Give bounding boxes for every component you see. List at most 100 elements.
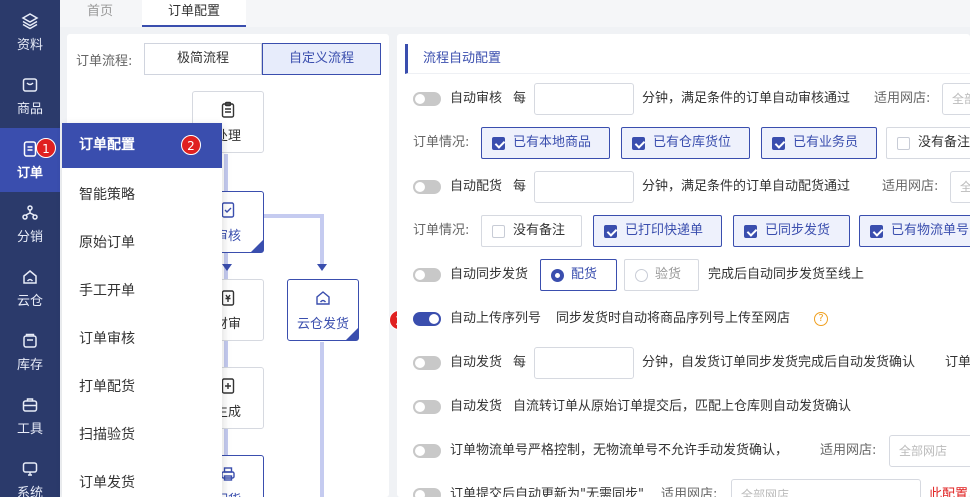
nav-label: 系统 <box>16 485 43 497</box>
checkbox-icon <box>492 225 505 238</box>
auto-update-shop-select[interactable]: 全部网店 <box>731 479 921 497</box>
menu-item-order-audit[interactable]: 订单审核 <box>62 315 222 363</box>
every-label: 每 <box>513 355 527 370</box>
config-panel: 流程自动配置 自动审核 每 分钟，满足条件的订单自动审核通过 适用网店: 全部 … <box>397 34 970 497</box>
tab-home[interactable]: 首页 <box>60 0 140 27</box>
toolbox-icon <box>22 397 38 412</box>
flow-label: 订单流程: <box>76 54 133 69</box>
radio-label: 验货 <box>655 267 682 282</box>
row-serial-upload: 自动上传序列号 同步发货时自动将商品序列号上传至网店 ? <box>397 303 970 335</box>
section-title: 流程自动配置 <box>405 44 970 74</box>
nav-item-tools[interactable]: 工具 <box>0 384 60 448</box>
nav-item-distribution[interactable]: 分销 <box>0 192 60 256</box>
checkbox-label: 已打印快递单 <box>625 223 704 238</box>
inventory-icon <box>23 333 37 348</box>
every-label: 每 <box>513 91 527 106</box>
nav-item-inventory[interactable]: 库存 <box>0 320 60 384</box>
audit-cond-salesman[interactable]: 已有业务员 <box>761 127 877 159</box>
menu-item-order-ship[interactable]: 订单发货 <box>62 459 222 497</box>
row-auto-distribute: 自动配货 每 分钟，满足条件的订单自动配货通过 适用网店: 全 <box>397 171 970 203</box>
auto-audit-shop-select[interactable]: 全部 <box>942 83 970 115</box>
monitor-icon <box>22 461 38 476</box>
auto-ship-minutes-input[interactable] <box>534 347 634 379</box>
tab-bar: 首页 订单配置 <box>60 0 970 27</box>
menu-item-smart-strategy[interactable]: 智能策略 <box>62 171 222 219</box>
selected-corner-icon <box>346 328 358 340</box>
flow-option-custom[interactable]: 自定义流程 <box>262 43 381 75</box>
auto-distribute-minutes-input[interactable] <box>534 171 634 203</box>
audit-cond-warehouse-slot[interactable]: 已有仓库货位 <box>621 127 750 159</box>
annotation-badge-2: 2 <box>181 135 201 155</box>
auto-distribute-shop-select[interactable]: 全 <box>950 171 970 203</box>
audit-cond-local-goods[interactable]: 已有本地商品 <box>481 127 610 159</box>
auto-update-switch[interactable] <box>413 488 441 497</box>
auto-ship-label: 自动发货 <box>450 355 503 370</box>
checkbox-label: 已有物流单号 <box>891 223 970 238</box>
checkbox-label: 没有备注 <box>918 135 970 150</box>
menu-item-manual-order[interactable]: 手工开单 <box>62 267 222 315</box>
nav-label: 资料 <box>16 37 43 53</box>
checkbox-icon <box>492 137 505 150</box>
auto-sync-switch[interactable] <box>413 268 441 282</box>
shop-label: 适用网店: <box>820 443 877 458</box>
dist-cond-tracking-no[interactable]: 已有物流单号 <box>859 215 970 247</box>
nav-label: 工具 <box>16 421 43 437</box>
auto-sync-label: 自动同步发货 <box>450 267 529 282</box>
dist-cond-no-remark[interactable]: 没有备注 <box>481 215 582 247</box>
distribution-icon <box>22 204 38 220</box>
audit-cond-no-remark[interactable]: 没有备注 <box>886 127 970 159</box>
strict-control-switch[interactable] <box>413 444 441 458</box>
menu-item-print-distribute[interactable]: 打单配货 <box>62 363 222 411</box>
auto-audit-desc: 分钟，满足条件的订单自动审核通过 <box>642 91 851 106</box>
conditions-label: 订单情况: <box>413 135 470 150</box>
auto-ship-extra: 订单 <box>945 355 970 370</box>
strict-control-desc: 订单物流单号严格控制，无物流单号不允许手动发货确认， <box>450 443 789 458</box>
app-root: 资料 商品 订单 分销 云仓 库存 工具 系统 首页 订单配置 订单流程: 极简… <box>0 0 970 497</box>
order-submenu: 订单配置 智能策略 原始订单 手工开单 订单审核 打单配货 扫描验货 订单发货 <box>62 123 222 497</box>
auto-sync-desc: 完成后自动同步发货至线上 <box>708 267 865 282</box>
flow-option-simple[interactable]: 极简流程 <box>144 43 262 75</box>
auto-distribute-label: 自动配货 <box>450 179 503 194</box>
auto-update-desc: 订单提交后自动更新为"无需同步" <box>450 487 644 497</box>
shop-label: 适用网店: <box>882 179 939 194</box>
strict-control-shop-select[interactable]: 全部网店 <box>889 435 970 467</box>
checkbox-label: 已有业务员 <box>793 135 859 150</box>
help-icon[interactable]: ? <box>814 312 828 326</box>
row-auto-ship-flow: 自动发货 自流转订单从原始订单提交后，匹配上仓库则自动发货确认 <box>397 391 970 423</box>
row-auto-audit: 自动审核 每 分钟，满足条件的订单自动审核通过 适用网店: 全部 <box>397 83 970 115</box>
menu-item-scan-inspect[interactable]: 扫描验货 <box>62 411 222 459</box>
nav-item-cloud[interactable]: 云仓 <box>0 256 60 320</box>
every-label: 每 <box>513 179 527 194</box>
row-auto-ship: 自动发货 每 分钟，自发货订单同步发货完成后自动发货确认 订单 <box>397 347 970 379</box>
flow-node-cloud-ship[interactable]: 云仓发货 <box>287 279 359 341</box>
dist-cond-printed-waybill[interactable]: 已打印快递单 <box>593 215 722 247</box>
auto-audit-minutes-input[interactable] <box>534 83 634 115</box>
tab-order-config[interactable]: 订单配置 <box>142 0 246 27</box>
radio-label: 配货 <box>571 267 598 282</box>
nav-label: 云仓 <box>16 293 43 309</box>
auto-sync-option-distribute[interactable]: 配货 <box>540 259 617 291</box>
auto-ship-flow-desc: 自流转订单从原始订单提交后，匹配上仓库则自动发货确认 <box>513 399 852 414</box>
nav-item-data[interactable]: 资料 <box>0 0 60 64</box>
checkbox-icon <box>870 225 883 238</box>
flow-arrow <box>222 264 232 271</box>
nav-item-order[interactable]: 订单 <box>0 128 60 192</box>
cloud-warehouse-icon <box>316 290 330 305</box>
auto-ship-flow-switch[interactable] <box>413 400 441 414</box>
menu-item-original-order[interactable]: 原始订单 <box>62 219 222 267</box>
auto-distribute-switch[interactable] <box>413 180 441 194</box>
radio-icon <box>635 269 648 282</box>
serial-upload-switch[interactable] <box>413 312 441 326</box>
auto-audit-switch[interactable] <box>413 92 441 106</box>
nav-item-system[interactable]: 系统 <box>0 448 60 497</box>
main-nav: 资料 商品 订单 分销 云仓 库存 工具 系统 <box>0 0 60 497</box>
serial-upload-label: 自动上传序列号 <box>450 311 542 326</box>
dist-cond-synced-ship[interactable]: 已同步发货 <box>733 215 850 247</box>
row-distribute-conditions: 订单情况: 没有备注 已打印快递单 已同步发货 已有物流单号 <box>397 215 970 247</box>
flow-arrow <box>317 264 327 271</box>
auto-ship-desc: 分钟，自发货订单同步发货完成后自动发货确认 <box>642 355 916 370</box>
flow-connector <box>263 214 323 218</box>
nav-item-goods[interactable]: 商品 <box>0 64 60 128</box>
auto-sync-option-inspect[interactable]: 验货 <box>624 259 699 291</box>
auto-ship-switch[interactable] <box>413 356 441 370</box>
